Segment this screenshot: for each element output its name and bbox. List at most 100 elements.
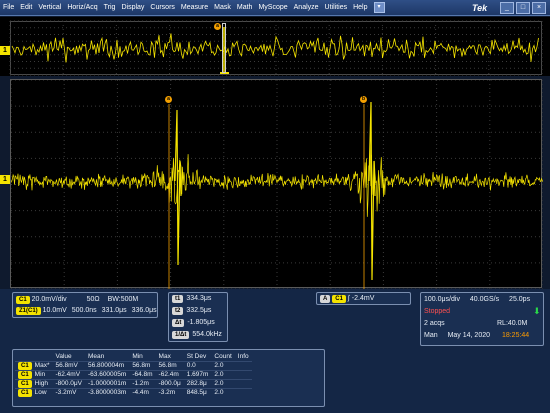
channel-1-ground-marker[interactable]: 1 [0, 175, 10, 184]
measurement-mean: -3.8000003m [85, 387, 130, 397]
measurement-name: High [34, 379, 49, 387]
cursor-b-icon[interactable]: b [360, 96, 367, 103]
z1-position: 500.0ns [71, 307, 97, 314]
measurement-min: -1.2m [129, 378, 156, 388]
menu-horiz-acq[interactable]: Horiz/Acq [64, 0, 100, 16]
menu-edit[interactable]: Edit [17, 0, 35, 16]
resolution: 25.0ps [509, 296, 531, 303]
record-length: RL:40.0M [497, 320, 528, 327]
cursor-readout-row: t1 334.3μs [172, 295, 211, 303]
cursor-readout-value: 554.0kHz [192, 331, 222, 338]
measurement-info [234, 360, 252, 370]
cursor-readout-value: 332.5μs [186, 307, 212, 314]
waveform-trace [11, 80, 543, 289]
menu-measure[interactable]: Measure [178, 0, 211, 16]
trigger-mode-badge: A [320, 295, 331, 303]
measurement-max: -3.2m [155, 387, 184, 397]
menu-dropdown-icon[interactable]: ▾ [373, 2, 385, 13]
measurement-mean: -63.600005m [85, 369, 130, 379]
readout-area: C1 20.0mV/div 50Ω BW:500M Z1(C1) 10.0mV … [0, 289, 550, 413]
measurement-info [234, 387, 252, 397]
trigger-slope-icon: ∫ [347, 295, 350, 302]
measurement-row[interactable]: C1 Low -3.2mV -3.8000003m -4.4m -3.2m 848.5μ 2.… [15, 387, 252, 397]
measurement-name: Max* [34, 361, 50, 369]
menu-help[interactable]: Help [350, 0, 370, 16]
measurement-min: 56.8m [129, 360, 156, 370]
cursor-readout-row: t2 332.5μs [172, 307, 211, 315]
trigger-readout-panel[interactable]: A C1 ∫ -2.4mV [316, 292, 411, 305]
measurement-row[interactable]: C1 Min -62.4mV -63.600005m -64.8m -62.4m 1.697… [15, 369, 252, 379]
overview-trace [9, 20, 543, 76]
measurement-column-header [15, 352, 52, 361]
c1-bandwidth: BW:500M [107, 296, 139, 303]
cursor-readout-badge: t2 [172, 307, 184, 315]
menu-math[interactable]: Math [234, 0, 256, 16]
cursor-readout-row: Δt -1.805μs [172, 319, 215, 327]
menu-cursors[interactable]: Cursors [147, 0, 178, 16]
measurement-stdev: 282.8μ [183, 378, 212, 388]
menu-vertical[interactable]: Vertical [35, 0, 64, 16]
measurement-row[interactable]: C1 Max* 56.8mV 56.800004m 56.8m 56.8m 0.0 2.0 [15, 360, 252, 370]
overview-waveform[interactable]: a 1 [0, 17, 550, 76]
close-button[interactable]: × [532, 2, 546, 14]
z1-badge: Z1(C1) [16, 307, 41, 315]
menu-file[interactable]: File [0, 0, 17, 16]
menu-trig[interactable]: Trig [101, 0, 119, 16]
acq-count: 2 acqs [424, 320, 445, 327]
window-controls: _ □ × [500, 2, 546, 14]
sample-rate: 40.0GS/s [469, 296, 500, 303]
overview-cursor-a-icon[interactable]: a [214, 23, 221, 30]
measurement-column-header: Min [132, 352, 143, 360]
measurement-column-header: Count [214, 352, 232, 360]
cursor-readout-panel[interactable]: t1 334.3μs t2 332.5μs Δt -1.805μs 1/Δt 554.0kHz [168, 292, 228, 342]
measurement-count: 2.0 [211, 360, 235, 370]
main-graticule[interactable]: a b [10, 79, 543, 289]
measurement-table: Value Mean Min Max St Dev Count Info C1 Max* 56.… [15, 352, 252, 397]
restore-button[interactable]: □ [516, 2, 530, 14]
zoom-window-marker[interactable] [222, 23, 226, 73]
measurement-source-badge: C1 [18, 361, 32, 370]
c1-badge: C1 [16, 296, 30, 304]
measurement-count: 2.0 [211, 369, 235, 379]
cursor-readout-row: 1/Δt 554.0kHz [172, 331, 222, 339]
c1-scale: 20.0mV/div [31, 296, 67, 303]
measurement-row[interactable]: C1 High -800.0μV -1.0000001m -1.2m -800.0μ 282… [15, 378, 252, 388]
cursor-readout-badge: t1 [172, 295, 184, 303]
menu-utilities[interactable]: Utilities [322, 0, 351, 16]
menu-display[interactable]: Display [118, 0, 147, 16]
acquisition-state: Stopped [424, 308, 451, 315]
measurement-min: -64.8m [129, 369, 156, 379]
menu-bar: File Edit Vertical Horiz/Acq Trig Display Curs… [0, 0, 550, 16]
measurement-count: 2.0 [211, 378, 235, 388]
trigger-level: -2.4mV [351, 295, 375, 302]
cursor-readout-value: -1.805μs [187, 319, 215, 326]
channel-settings-panel[interactable]: C1 20.0mV/div 50Ω BW:500M Z1(C1) 10.0mV … [12, 292, 158, 318]
menu-mask[interactable]: Mask [211, 0, 234, 16]
tek-logo: Tek [472, 3, 488, 13]
cursor-readout-badge: Δt [172, 319, 185, 327]
minimize-button[interactable]: _ [500, 2, 514, 14]
measurement-info [234, 378, 252, 388]
timebase: 100.0μs/div [424, 296, 460, 303]
measurement-stdev: 0.0 [183, 360, 212, 370]
measurement-value: 56.8mV [52, 360, 85, 370]
measurement-label: C1 Max* [15, 360, 53, 370]
z1-t1: 331.0μs [101, 307, 127, 314]
measurement-info [234, 369, 252, 379]
measurement-stdev: 1.697m [183, 369, 212, 379]
measurement-label: C1 High [15, 378, 53, 388]
menu-myscope[interactable]: MyScope [255, 0, 290, 16]
measurement-source-badge: C1 [18, 388, 32, 397]
measurement-column-header: St Dev [186, 352, 207, 360]
acquisition-panel[interactable]: 100.0μs/div 40.0GS/s 25.0ps Stopped ⬇ 2 … [420, 292, 544, 346]
measurement-column-header: Mean [88, 352, 105, 360]
overview-channel-1-marker[interactable]: 1 [0, 46, 10, 55]
cursor-a-icon[interactable]: a [165, 96, 172, 103]
measurement-mean: 56.800004m [85, 360, 130, 370]
measurement-label: C1 Min [15, 369, 53, 379]
stopped-arrow-icon: ⬇ [533, 306, 541, 316]
measurement-table-panel[interactable]: Value Mean Min Max St Dev Count Info C1 Max* 56.… [12, 349, 325, 407]
measurement-max: 56.8m [155, 360, 184, 370]
trigger-acq-mode: Man [424, 332, 438, 339]
menu-analyze[interactable]: Analyze [291, 0, 322, 16]
